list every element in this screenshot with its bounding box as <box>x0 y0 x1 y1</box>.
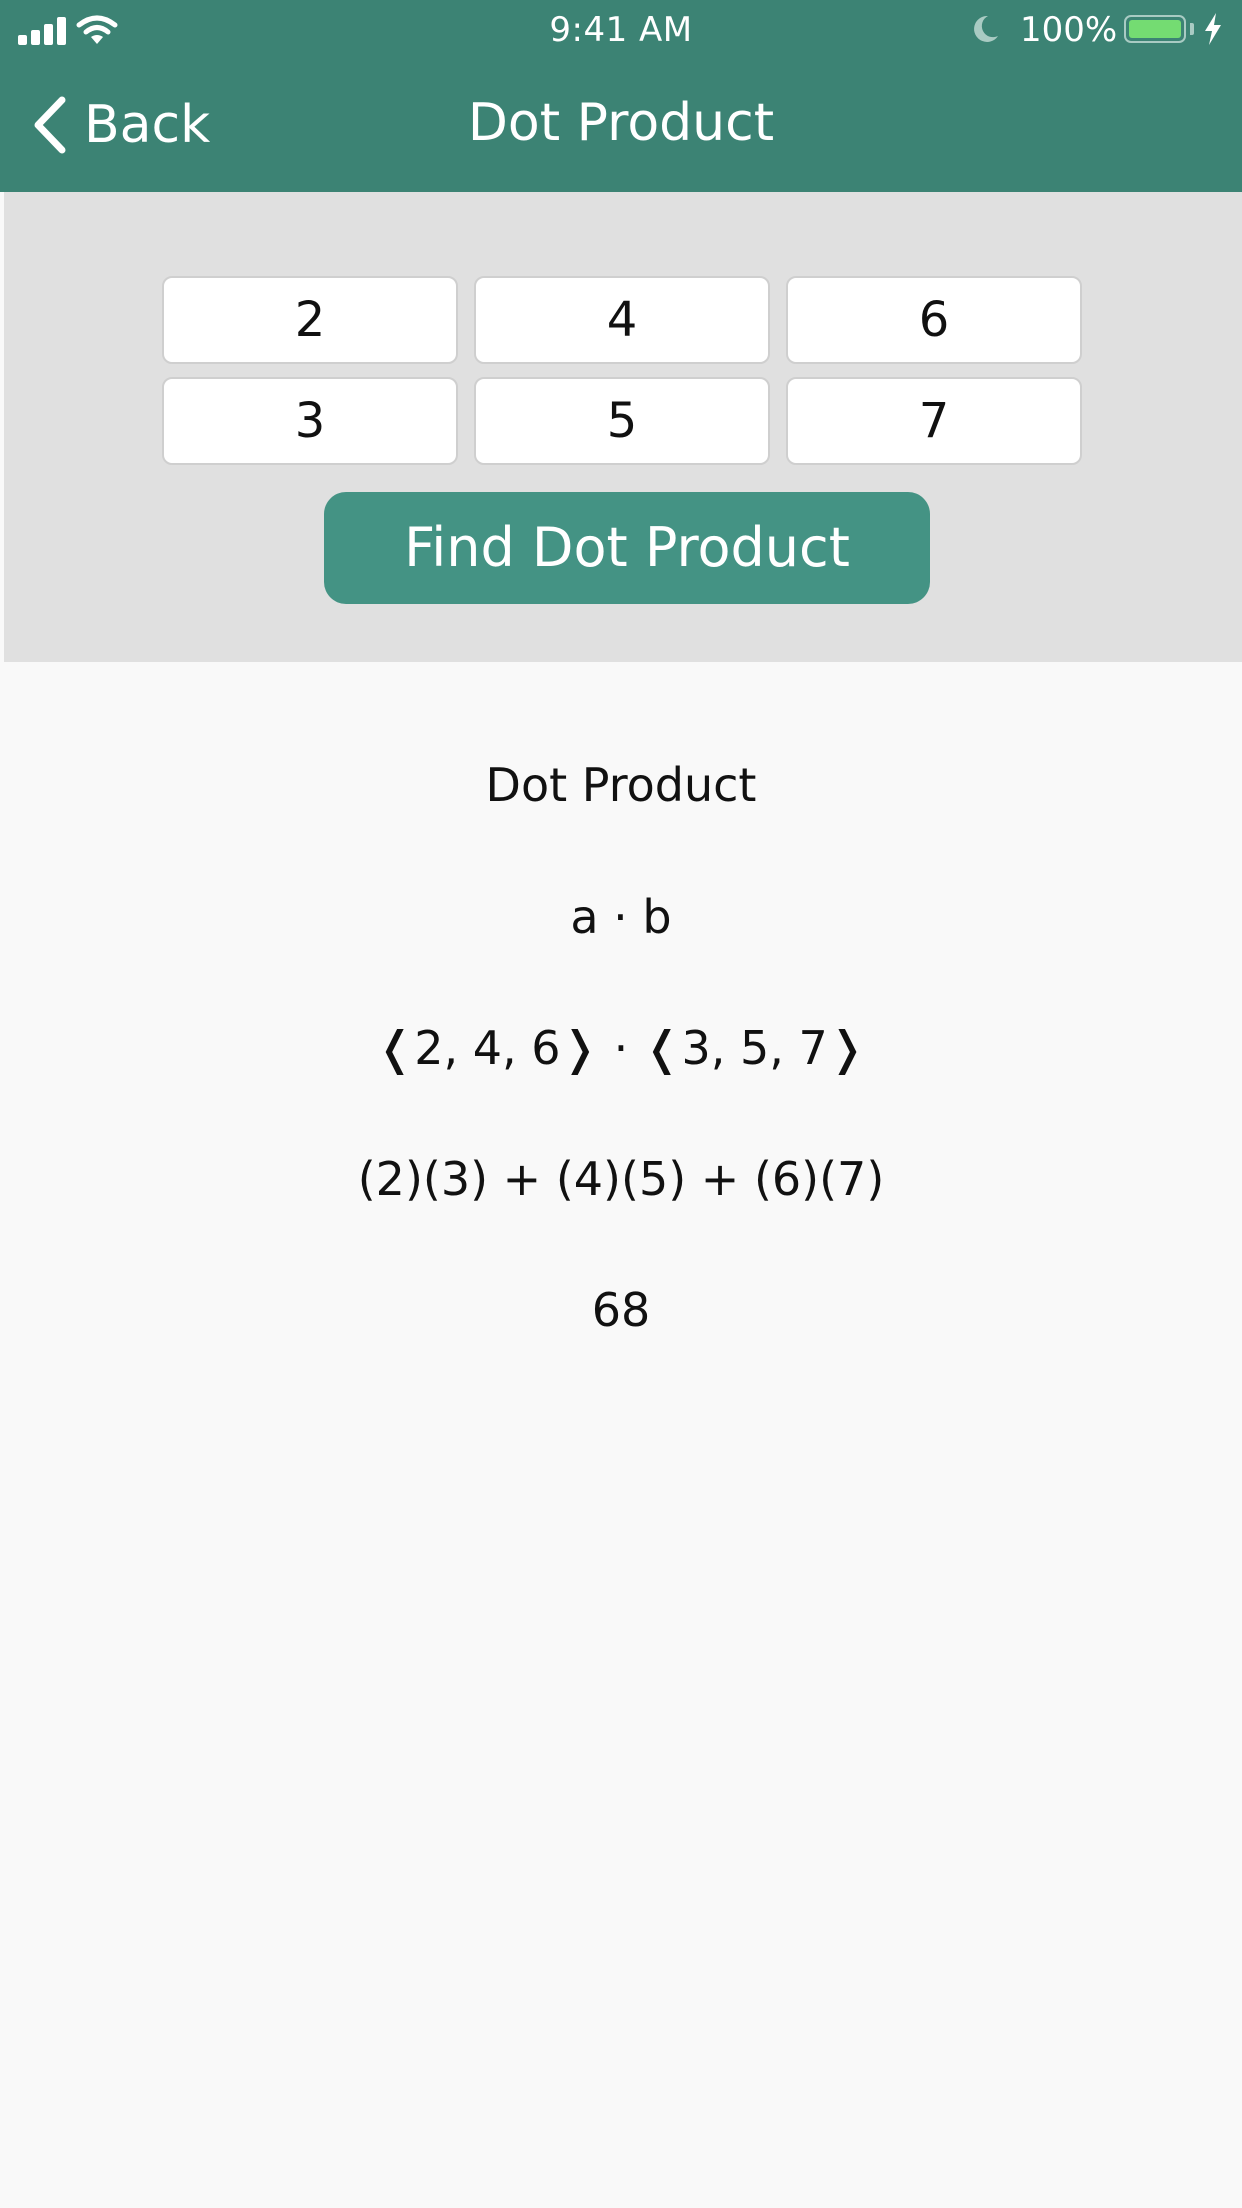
vector-b-x-field[interactable]: 3 <box>162 377 458 465</box>
page-title: Dot Product <box>467 93 775 153</box>
vector-b-y-field[interactable]: 5 <box>474 377 770 465</box>
status-bar: 9:41 AM 100% <box>0 0 1242 60</box>
result-formula: a · b <box>570 890 672 944</box>
input-panel: 2 4 6 3 5 7 Find Dot Product <box>4 192 1242 662</box>
vector-a-x-field[interactable]: 2 <box>162 276 458 364</box>
find-dot-product-button[interactable]: Find Dot Product <box>324 492 930 604</box>
result-expansion: (2)(3) + (4)(5) + (6)(7) <box>357 1152 885 1206</box>
moon-icon <box>974 15 998 42</box>
battery-percent: 100% <box>1020 10 1118 50</box>
result-heading: Dot Product <box>485 758 757 812</box>
result-answer: 68 <box>591 1283 651 1337</box>
vector-a-y-field[interactable]: 4 <box>474 276 770 364</box>
battery-icon <box>1124 15 1186 43</box>
nav-bar: Back Dot Product <box>0 60 1242 192</box>
battery-nub <box>1190 23 1194 35</box>
vector-a-z-field[interactable]: 6 <box>786 276 1082 364</box>
vector-b-z-field[interactable]: 7 <box>786 377 1082 465</box>
result-vectors: ❬2, 4, 6❭ · ❬3, 5, 7❭ <box>375 1021 867 1075</box>
charging-bolt-icon <box>1205 13 1221 45</box>
